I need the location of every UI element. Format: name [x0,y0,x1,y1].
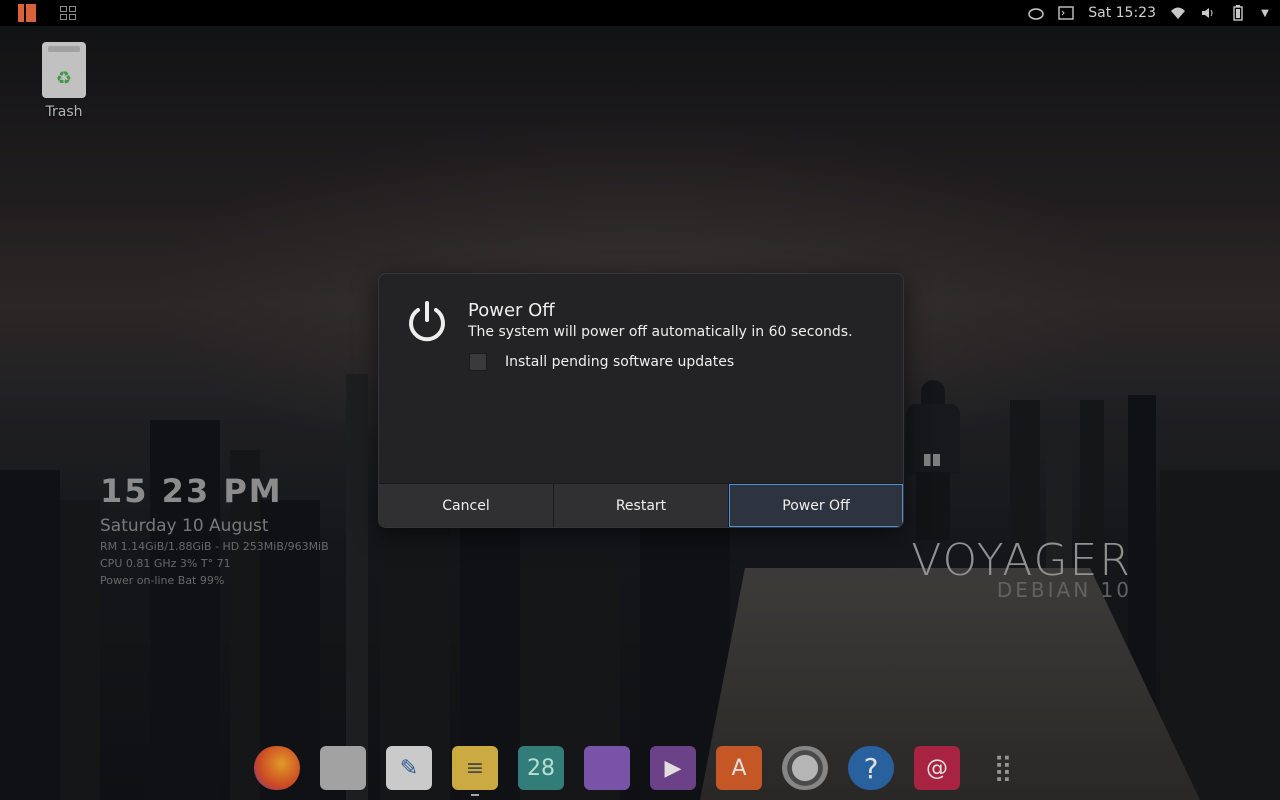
wifi-icon[interactable] [1170,5,1186,21]
weather-icon[interactable] [1028,5,1044,21]
top-bar: Sat 15:23 ▼ [0,0,1280,26]
volume-icon[interactable] [1200,5,1216,21]
chevron-down-icon[interactable]: ▼ [1260,5,1270,21]
workspaces-icon[interactable] [60,6,76,20]
install-updates-label[interactable]: Install pending software updates [505,354,734,370]
terminal-icon[interactable] [1058,5,1074,21]
power-off-dialog: Power Off The system will power off auto… [378,273,904,528]
battery-icon[interactable] [1230,5,1246,21]
dialog-title: Power Off [468,300,555,321]
top-bar-clock[interactable]: Sat 15:23 [1088,5,1156,21]
cancel-button[interactable]: Cancel [379,484,554,527]
applications-menu-icon[interactable] [18,4,38,22]
restart-button[interactable]: Restart [554,484,729,527]
dialog-buttons: Cancel Restart Power Off [379,483,903,527]
dialog-message: The system will power off automatically … [468,324,853,340]
install-updates-option[interactable]: Install pending software updates [469,353,734,371]
power-icon [405,300,449,344]
power-off-button[interactable]: Power Off [729,484,903,527]
install-updates-checkbox[interactable] [469,353,487,371]
